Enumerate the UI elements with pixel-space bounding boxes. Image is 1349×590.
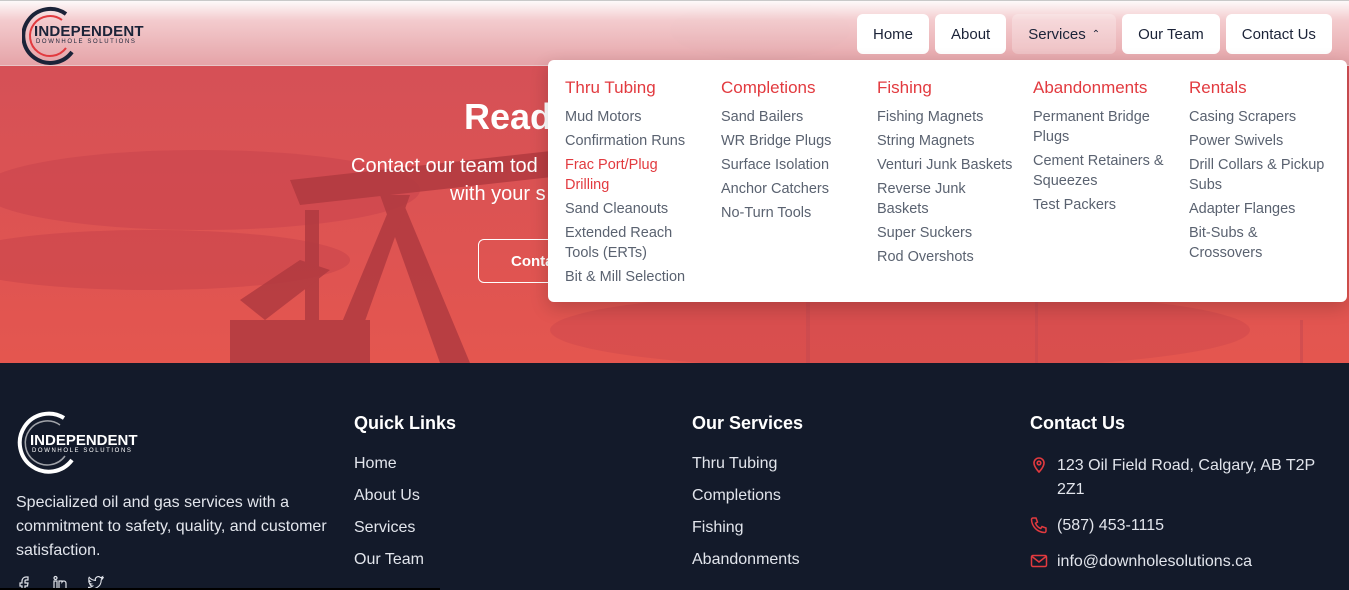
dropdown-item[interactable]: Test Packers <box>1033 195 1183 215</box>
dropdown-item[interactable]: Bit-Subs & Crossovers <box>1189 223 1289 263</box>
dropdown-item[interactable]: WR Bridge Plugs <box>721 131 871 151</box>
dropdown-item[interactable]: Permanent Bridge Plugs <box>1033 107 1173 147</box>
dropdown-item[interactable]: Venturi Junk Baskets <box>877 155 1022 175</box>
contact-address: 123 Oil Field Road, Calgary, AB T2P 2Z1 <box>1057 457 1315 498</box>
dropdown-item[interactable]: Reverse Junk Baskets <box>877 179 982 219</box>
contact-email-row: info@downholesolutions.ca <box>1030 550 1340 574</box>
contact-phone[interactable]: (587) 453-1115 <box>1057 514 1164 538</box>
map-pin-icon <box>1030 456 1048 474</box>
footer-link-our-team[interactable]: Our Team <box>354 550 456 570</box>
contact-email[interactable]: info@downholesolutions.ca <box>1057 550 1252 574</box>
dropdown-heading[interactable]: Fishing <box>877 78 1027 98</box>
footer-link-thru-tubing[interactable]: Thru Tubing <box>692 454 803 474</box>
hero-title: Read <box>464 96 553 137</box>
dropdown-item[interactable]: Rod Overshots <box>877 247 1027 267</box>
nav-about[interactable]: About <box>935 14 1007 54</box>
dropdown-item[interactable]: Adapter Flanges <box>1189 199 1339 219</box>
main-nav: Home About Services ⌃ Our Team Contact U… <box>857 14 1332 54</box>
footer-logo[interactable]: INDEPENDENT DOWNHOLE SOLUTIONS <box>16 410 161 476</box>
footer-logo-wordmark: INDEPENDENT <box>30 432 138 449</box>
dropdown-item-hovered[interactable]: Frac Port/Plug Drilling <box>565 155 675 195</box>
footer-link-fishing[interactable]: Fishing <box>692 518 803 538</box>
dropdown-item[interactable]: Cement Retainers & Squeezes <box>1033 151 1173 191</box>
footer-contact: Contact Us 123 Oil Field Road, Calgary, … <box>1030 413 1340 586</box>
logo-subtitle: DOWNHOLE SOLUTIONS <box>36 39 137 45</box>
dropdown-column-fishing: Fishing Fishing Magnets String Magnets V… <box>877 78 1027 271</box>
dropdown-item[interactable]: Power Swivels <box>1189 131 1339 151</box>
dropdown-item[interactable]: Anchor Catchers <box>721 179 871 199</box>
footer-link-home[interactable]: Home <box>354 454 456 474</box>
site-header: INDEPENDENT DOWNHOLE SOLUTIONS Home Abou… <box>0 0 1349 66</box>
dropdown-item[interactable]: Casing Scrapers <box>1189 107 1339 127</box>
footer-link-abandonments[interactable]: Abandonments <box>692 550 803 570</box>
dropdown-item[interactable]: Extended Reach Tools (ERTs) <box>565 223 685 263</box>
footer-our-services: Our Services Thru Tubing Completions Fis… <box>692 413 803 582</box>
footer-logo-subtitle: DOWNHOLE SOLUTIONS <box>32 448 133 454</box>
phone-icon <box>1030 516 1048 534</box>
footer-heading-quick-links: Quick Links <box>354 413 457 433</box>
footer-quick-links: Quick Links Home About Us Services Our T… <box>354 413 456 582</box>
chevron-up-icon: ⌃ <box>1091 28 1101 40</box>
dropdown-column-abandonments: Abandonments Permanent Bridge Plugs Ceme… <box>1033 78 1183 219</box>
site-footer: INDEPENDENT DOWNHOLE SOLUTIONS Specializ… <box>0 363 1349 590</box>
contact-address-row: 123 Oil Field Road, Calgary, AB T2P 2Z1 <box>1030 454 1340 502</box>
footer-link-completions[interactable]: Completions <box>692 486 803 506</box>
hero-subtitle: Contact our team tod with your s <box>351 152 551 208</box>
services-dropdown-menu: Thru Tubing Mud Motors Confirmation Runs… <box>548 60 1347 302</box>
nav-services-label: Services <box>1028 25 1086 43</box>
contact-phone-row: (587) 453-1115 <box>1030 514 1340 538</box>
logo[interactable]: INDEPENDENT DOWNHOLE SOLUTIONS <box>22 6 152 65</box>
dropdown-column-thru-tubing: Thru Tubing Mud Motors Confirmation Runs… <box>565 78 715 291</box>
dropdown-item[interactable]: Surface Isolation <box>721 155 871 175</box>
dropdown-item[interactable]: String Magnets <box>877 131 1027 151</box>
dropdown-heading[interactable]: Thru Tubing <box>565 78 715 98</box>
footer-description: Specialized oil and gas services with a … <box>16 494 327 559</box>
nav-home[interactable]: Home <box>857 14 930 54</box>
dropdown-item[interactable]: No-Turn Tools <box>721 203 871 223</box>
nav-services[interactable]: Services ⌃ <box>1012 14 1117 54</box>
dropdown-item[interactable]: Bit & Mill Selection <box>565 267 715 287</box>
footer-link-about-us[interactable]: About Us <box>354 486 456 506</box>
hero-subtitle-line-1: Contact our team tod <box>351 155 538 177</box>
dropdown-column-rentals: Rentals Casing Scrapers Power Swivels Dr… <box>1189 78 1339 267</box>
footer-link-services[interactable]: Services <box>354 518 456 538</box>
dropdown-item[interactable]: Super Suckers <box>877 223 1027 243</box>
dropdown-heading[interactable]: Rentals <box>1189 78 1339 98</box>
footer-heading-our-services: Our Services <box>692 413 804 433</box>
hero-subtitle-line-2: with your s <box>450 183 546 205</box>
dropdown-heading[interactable]: Completions <box>721 78 871 98</box>
dropdown-item[interactable]: Fishing Magnets <box>877 107 1027 127</box>
dropdown-item[interactable]: Sand Cleanouts <box>565 199 715 219</box>
dropdown-item[interactable]: Sand Bailers <box>721 107 871 127</box>
nav-contact-us[interactable]: Contact Us <box>1225 14 1332 54</box>
dropdown-heading[interactable]: Abandonments <box>1033 78 1183 98</box>
dropdown-item[interactable]: Mud Motors <box>565 107 715 127</box>
dropdown-item[interactable]: Confirmation Runs <box>565 131 715 151</box>
footer-heading-contact-us: Contact Us <box>1030 413 1126 433</box>
dropdown-item[interactable]: Drill Collars & Pickup Subs <box>1189 155 1334 195</box>
logo-wordmark: INDEPENDENT <box>34 23 144 40</box>
dropdown-column-completions: Completions Sand Bailers WR Bridge Plugs… <box>721 78 871 227</box>
nav-our-team[interactable]: Our Team <box>1122 14 1220 54</box>
mail-icon <box>1030 552 1048 570</box>
